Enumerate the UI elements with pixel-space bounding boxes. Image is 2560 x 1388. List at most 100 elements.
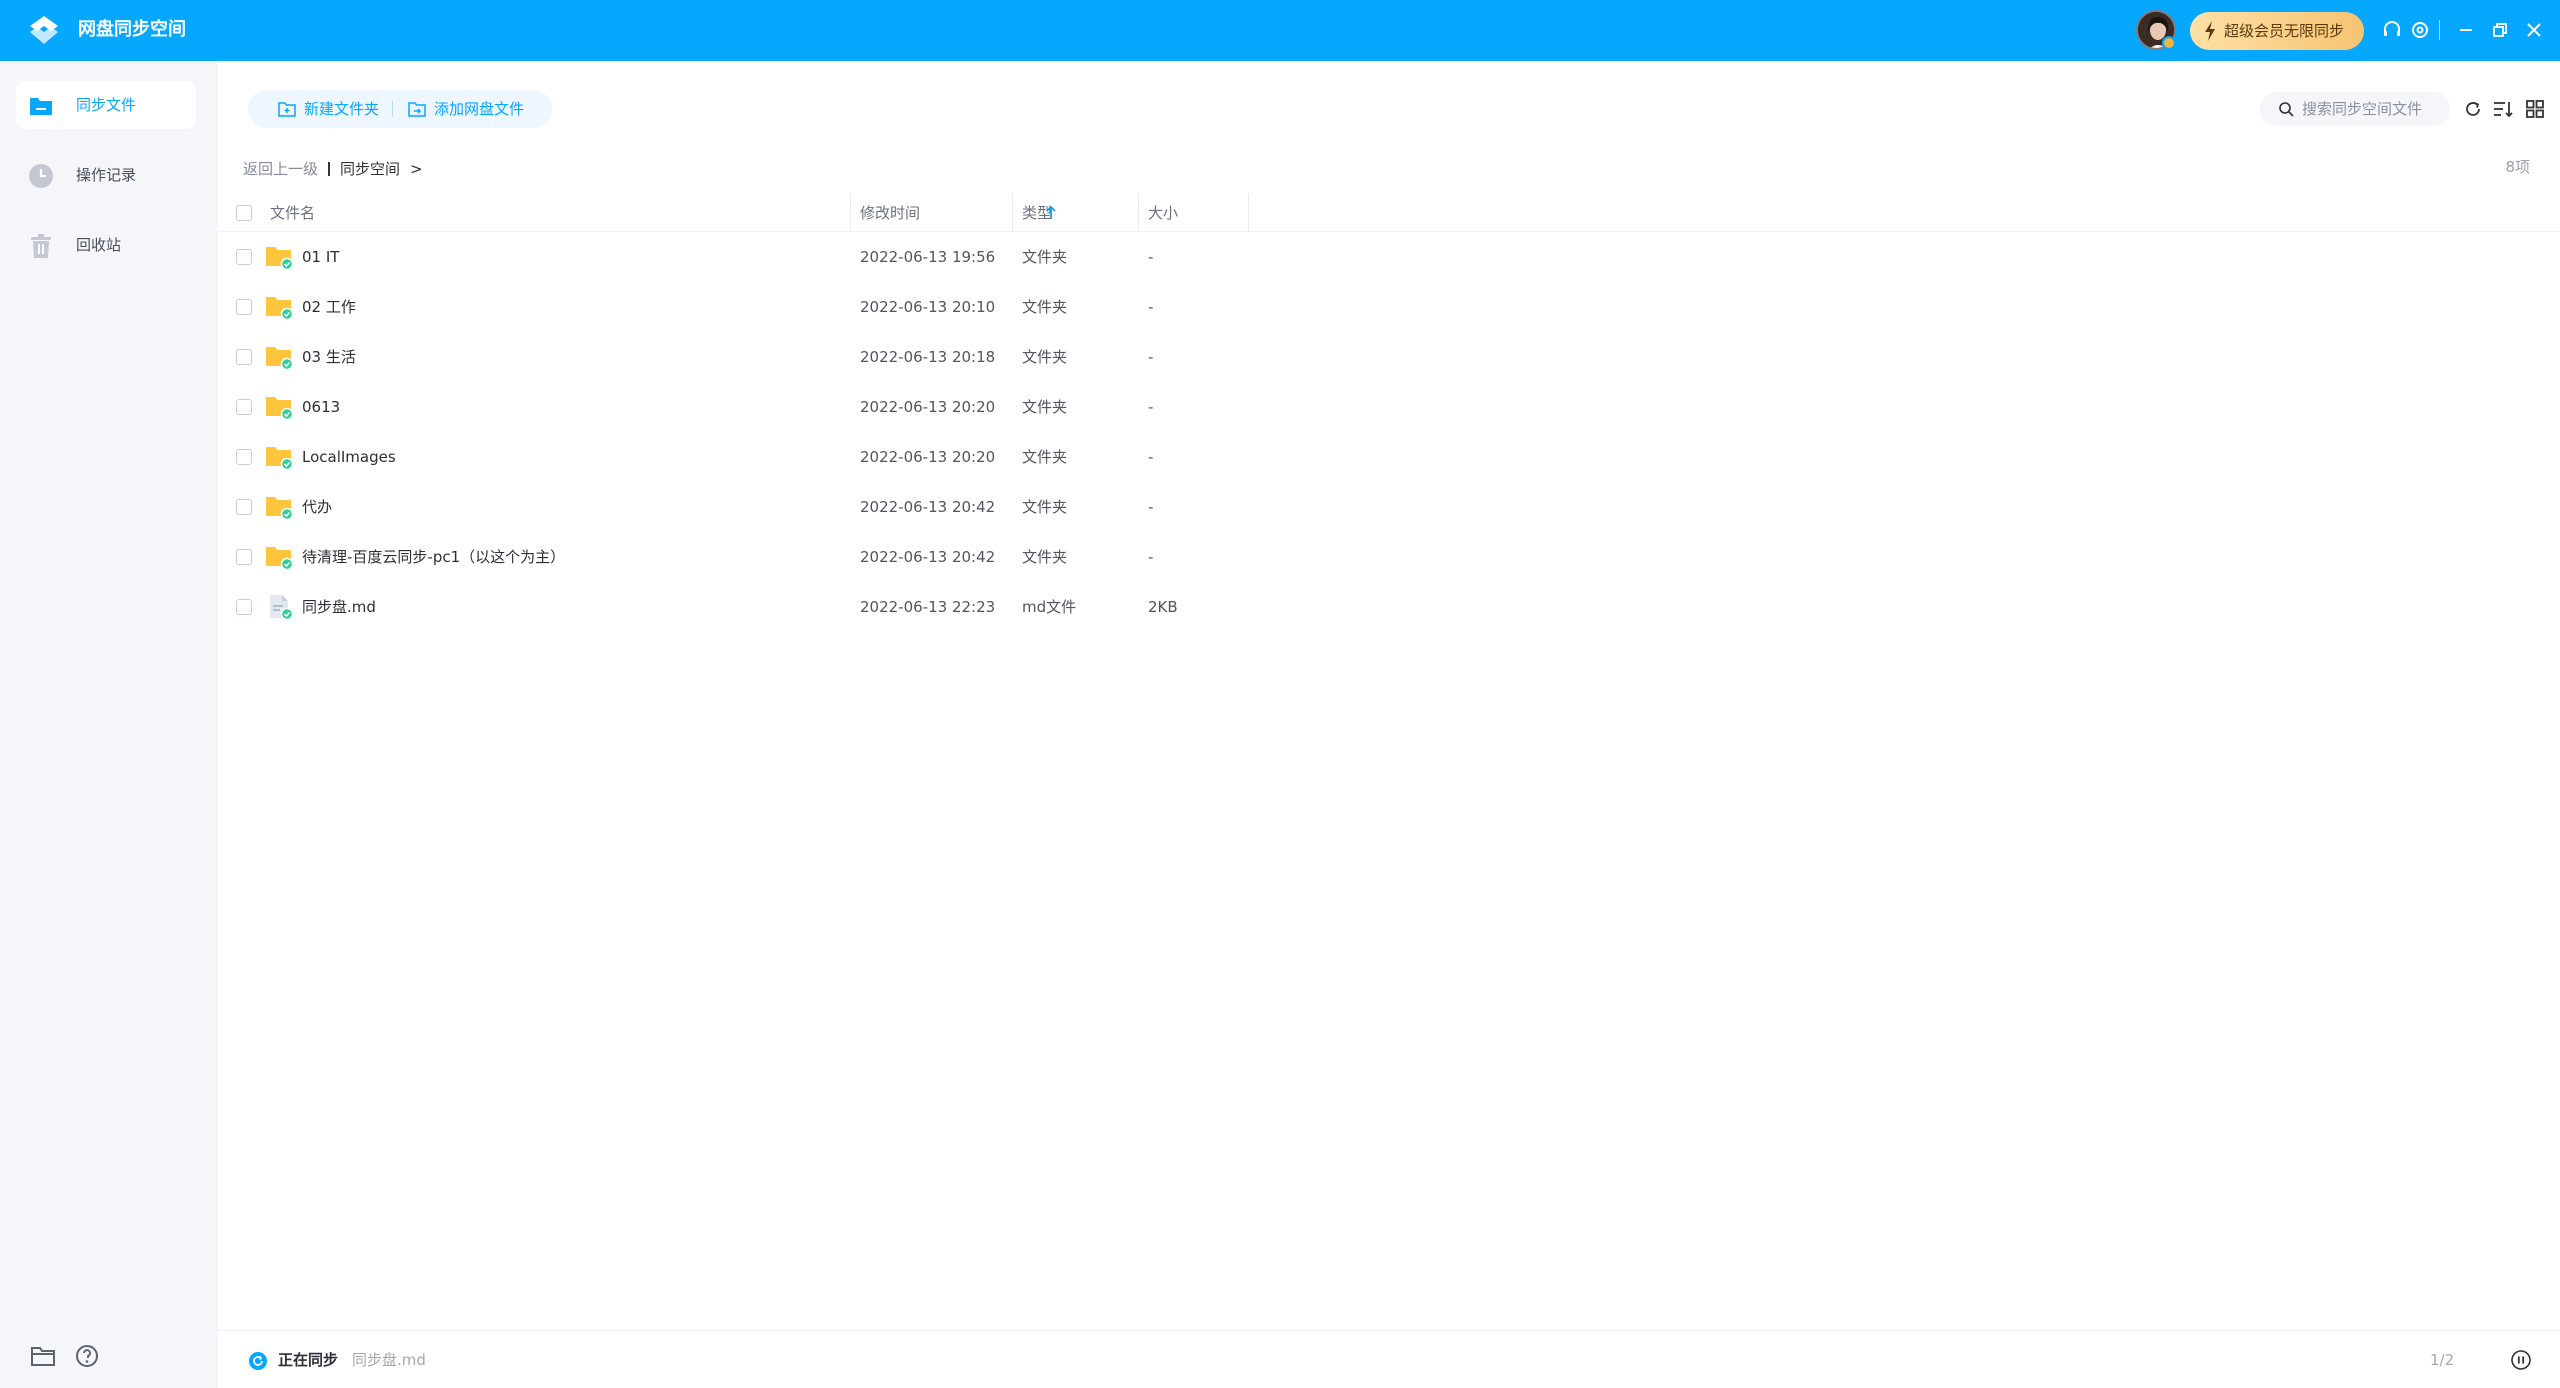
status-bar: 正在同步 同步盘.md 1/2 <box>218 1330 2560 1388</box>
file-name: LocalImages <box>302 448 396 466</box>
sync-folder-icon <box>30 98 52 115</box>
page-indicator: 1/2 <box>2430 1351 2455 1369</box>
sync-status-label: 正在同步 <box>278 1351 339 1369</box>
breadcrumb: 返回上一级 同步空间 > <box>243 158 423 180</box>
breadcrumb-current[interactable]: 同步空间 <box>340 160 400 178</box>
file-size: - <box>1148 448 1154 466</box>
file-type: 文件夹 <box>1022 348 1068 366</box>
sidebar-item-label: 操作记录 <box>76 166 137 184</box>
file-type: 文件夹 <box>1022 398 1068 416</box>
row-checkbox[interactable] <box>236 399 252 415</box>
toolbar-divider <box>392 101 393 117</box>
row-checkbox[interactable] <box>236 449 252 465</box>
search-input[interactable] <box>2302 92 2442 126</box>
column-divider <box>1248 194 1249 232</box>
close-icon[interactable] <box>2522 18 2546 42</box>
file-name: 待清理-百度云同步-pc1（以这个为主） <box>302 548 566 566</box>
grid-view-icon[interactable] <box>2524 98 2546 120</box>
add-cloud-file-label: 添加网盘文件 <box>434 100 525 118</box>
new-folder-button[interactable]: 新建文件夹 <box>278 90 379 128</box>
table-row[interactable]: 待清理-百度云同步-pc1（以这个为主） 2022-06-13 20:42 文件… <box>218 532 2560 582</box>
row-checkbox[interactable] <box>236 249 252 265</box>
app-title: 网盘同步空间 <box>78 19 186 40</box>
vip-badge-icon <box>2162 36 2176 50</box>
search-box <box>2260 92 2450 126</box>
file-type: md文件 <box>1022 598 1077 616</box>
column-divider <box>850 194 851 232</box>
row-checkbox[interactable] <box>236 299 252 315</box>
add-cloud-file-button[interactable]: 添加网盘文件 <box>408 90 524 128</box>
refresh-icon[interactable] <box>2462 98 2484 120</box>
minimize-icon[interactable] <box>2454 18 2478 42</box>
back-link[interactable]: 返回上一级 <box>243 160 318 178</box>
table-row[interactable]: 代办 2022-06-13 20:42 文件夹 - <box>218 482 2560 532</box>
table-row[interactable]: 0613 2022-06-13 20:20 文件夹 - <box>218 382 2560 432</box>
file-synced-icon <box>270 595 294 621</box>
table-row[interactable]: 同步盘.md 2022-06-13 22:23 md文件 2KB <box>218 582 2560 632</box>
folder-synced-icon <box>266 297 294 321</box>
open-folder-icon[interactable] <box>30 1343 56 1369</box>
file-name: 03 生活 <box>302 348 356 366</box>
column-divider <box>1138 194 1139 232</box>
file-mtime: 2022-06-13 20:20 <box>860 448 996 466</box>
file-type: 文件夹 <box>1022 548 1068 566</box>
new-folder-icon <box>278 102 296 117</box>
table-row[interactable]: 01 IT 2022-06-13 19:56 文件夹 - <box>218 232 2560 282</box>
folder-synced-icon <box>266 347 294 371</box>
restore-icon[interactable] <box>2488 18 2512 42</box>
headset-icon[interactable] <box>2380 18 2404 42</box>
row-checkbox[interactable] <box>236 549 252 565</box>
title-bar: 网盘同步空间 超级会员无限同步 <box>0 0 2560 61</box>
select-all-checkbox[interactable] <box>236 205 252 221</box>
sidebar-item-history[interactable]: 操作记录 <box>16 151 196 199</box>
file-name: 代办 <box>302 498 333 516</box>
row-checkbox[interactable] <box>236 349 252 365</box>
pause-icon[interactable] <box>2510 1349 2532 1371</box>
file-name: 02 工作 <box>302 298 356 316</box>
column-divider <box>1012 194 1013 232</box>
lightning-icon <box>2205 21 2215 41</box>
column-header-name[interactable]: 文件名 <box>270 194 315 232</box>
file-mtime: 2022-06-13 20:20 <box>860 398 996 416</box>
file-size: - <box>1148 498 1154 516</box>
trash-icon <box>31 234 51 258</box>
folder-synced-icon <box>266 397 294 421</box>
table-row[interactable]: 02 工作 2022-06-13 20:10 文件夹 - <box>218 282 2560 332</box>
file-mtime: 2022-06-13 20:18 <box>860 348 996 366</box>
folder-synced-icon <box>266 547 294 571</box>
search-icon <box>2279 102 2294 117</box>
column-header-type[interactable]: 类型 <box>1022 194 1052 232</box>
sidebar-item-label: 回收站 <box>76 236 122 254</box>
row-checkbox[interactable] <box>236 599 252 615</box>
file-size: - <box>1148 348 1154 366</box>
sidebar-item-sync-files[interactable]: 同步文件 <box>16 81 196 129</box>
folder-synced-icon <box>266 247 294 271</box>
file-size: - <box>1148 548 1154 566</box>
item-count: 8项 <box>2505 158 2530 176</box>
file-type: 文件夹 <box>1022 298 1068 316</box>
app-logo-icon <box>30 16 58 44</box>
clock-icon <box>29 164 53 188</box>
help-icon[interactable] <box>74 1343 100 1369</box>
file-size: - <box>1148 298 1154 316</box>
new-folder-label: 新建文件夹 <box>304 100 380 118</box>
file-mtime: 2022-06-13 19:56 <box>860 248 996 266</box>
column-header-mtime[interactable]: 修改时间 <box>860 194 920 232</box>
table-row[interactable]: 03 生活 2022-06-13 20:18 文件夹 - <box>218 332 2560 382</box>
file-name: 同步盘.md <box>302 598 376 616</box>
syncing-icon <box>249 1352 267 1370</box>
toolbar: 新建文件夹 添加网盘文件 <box>248 90 552 128</box>
sort-icon[interactable] <box>2492 98 2514 120</box>
file-name: 0613 <box>302 398 341 416</box>
row-checkbox[interactable] <box>236 499 252 515</box>
table-row[interactable]: LocalImages 2022-06-13 20:20 文件夹 - <box>218 432 2560 482</box>
settings-icon[interactable] <box>2408 18 2432 42</box>
sync-current-file: 同步盘.md <box>352 1351 426 1369</box>
file-mtime: 2022-06-13 20:10 <box>860 298 996 316</box>
folder-synced-icon <box>266 497 294 521</box>
column-header-size[interactable]: 大小 <box>1148 194 1178 232</box>
titlebar-divider <box>2439 20 2440 40</box>
file-name: 01 IT <box>302 248 340 266</box>
file-type: 文件夹 <box>1022 248 1068 266</box>
sidebar-item-recycle-bin[interactable]: 回收站 <box>16 221 196 269</box>
